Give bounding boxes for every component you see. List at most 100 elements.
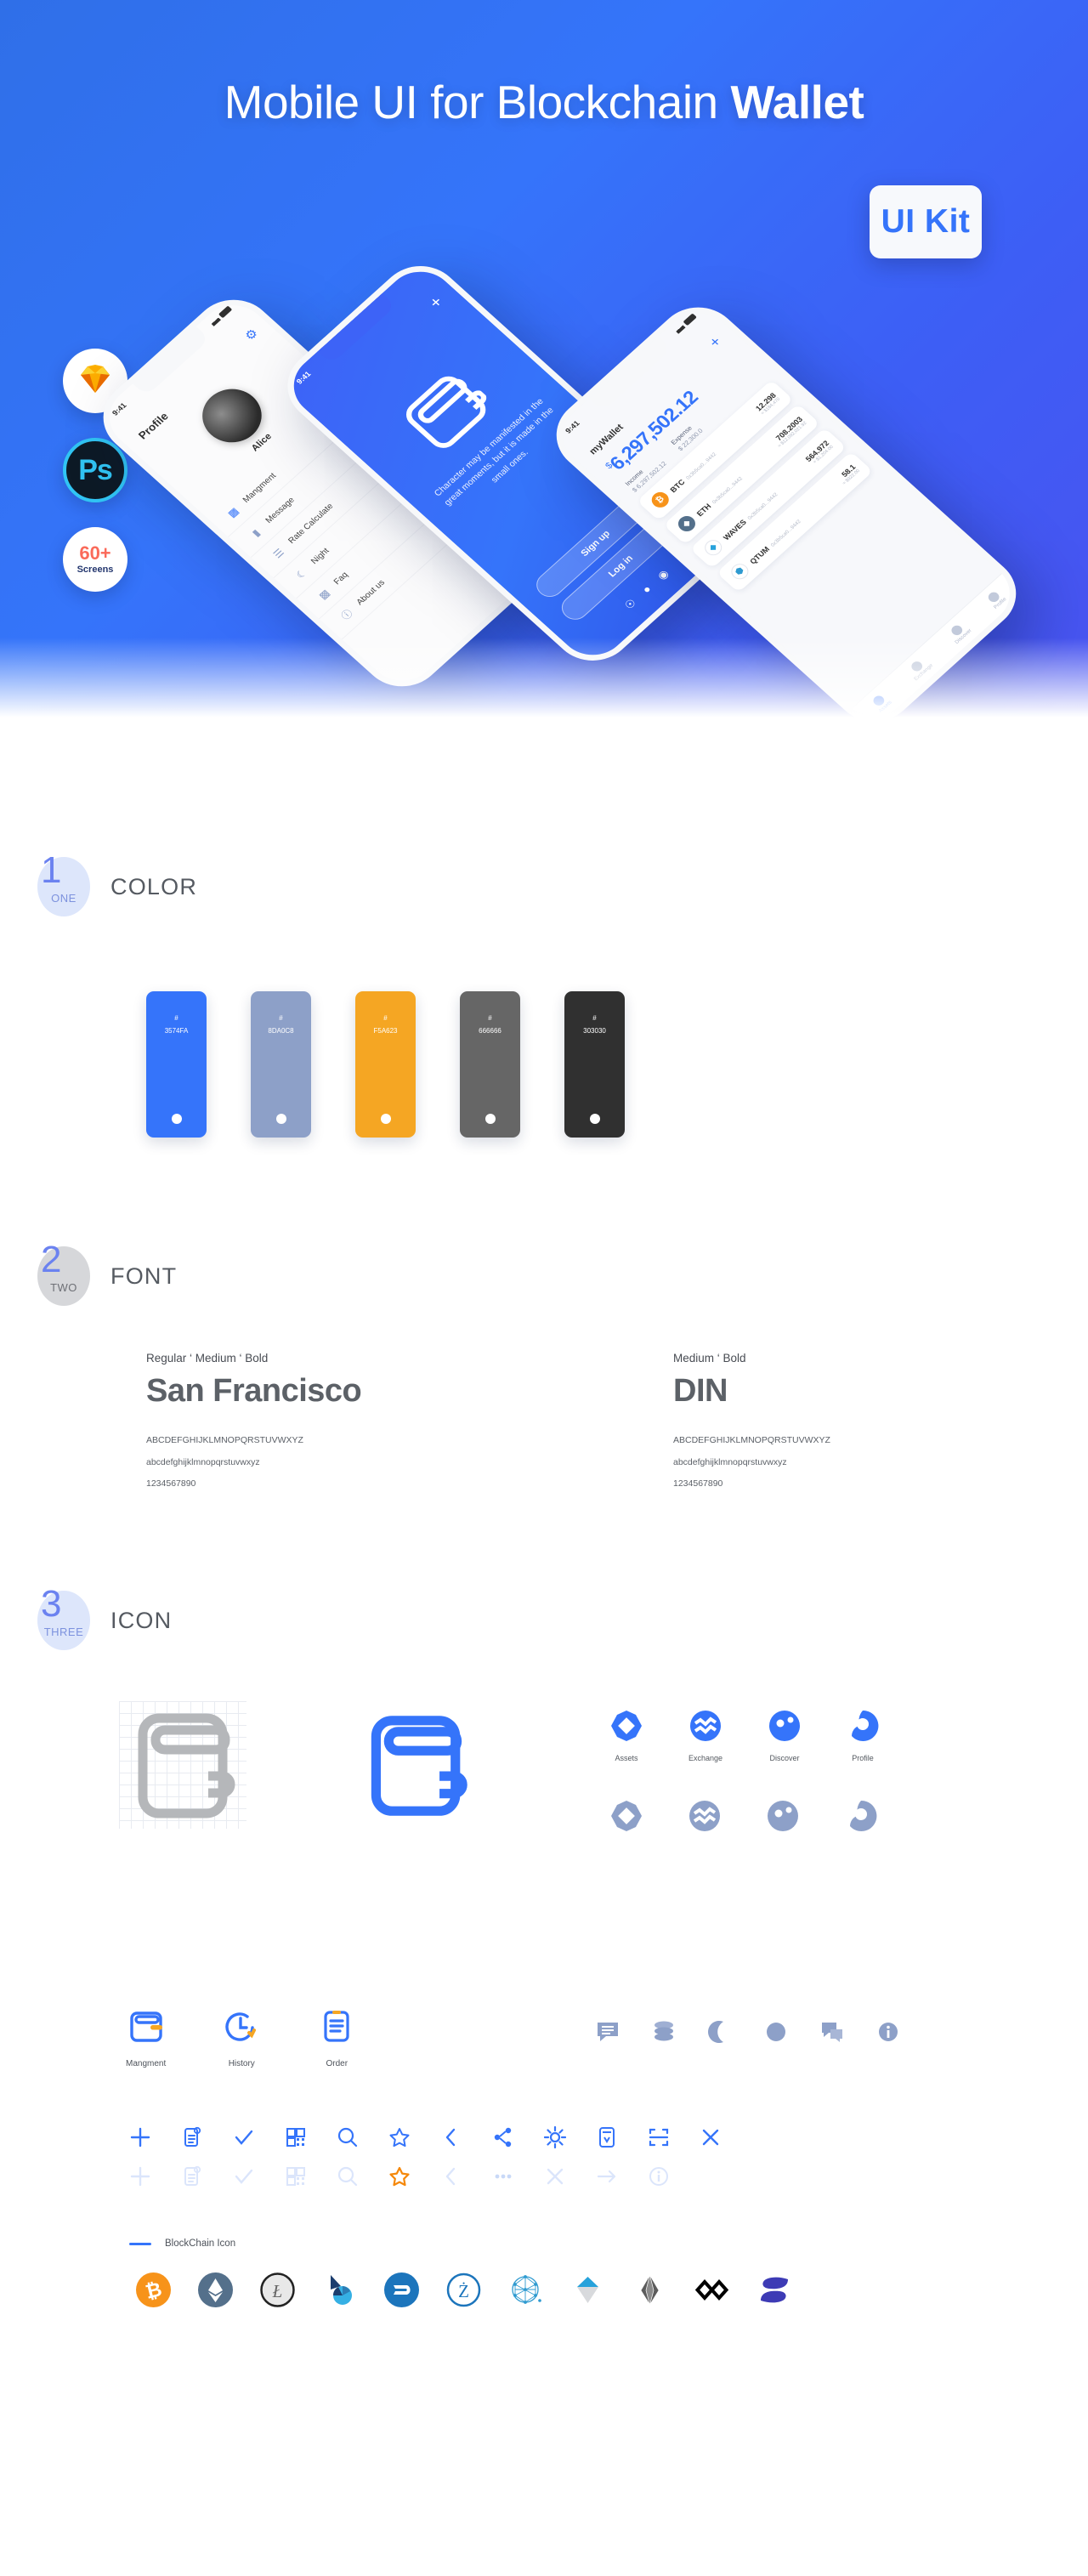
tab-icons-inactive [610,1800,877,1836]
faded-icon-row [0,2162,1088,2191]
plus-icon[interactable] [129,2126,151,2148]
close-icon[interactable] [700,2126,722,2148]
plus-icon[interactable]: + [706,333,725,351]
asset-symbol: QTUM [747,544,771,566]
plus-icon[interactable] [129,2165,151,2187]
chat-icon: ▩ [315,587,332,602]
google-icon[interactable]: ◉ [654,567,672,582]
bitshares-icon[interactable] [322,2272,357,2307]
feature-icon-history[interactable]: History [222,2007,261,2068]
gear-icon[interactable]: ⚙ [241,326,262,343]
twitter-icon[interactable]: ☉ [622,597,640,613]
info-icon[interactable] [876,2019,901,2045]
section-title: FONT [110,1262,178,1289]
scan-icon[interactable] [648,2126,670,2148]
phone-wallet-icon[interactable] [596,2126,618,2148]
ellipsis-icon[interactable] [492,2165,514,2187]
check-icon[interactable] [233,2165,255,2187]
hash-symbol: # [488,1014,492,1022]
section-color: 1 ONE COLOR #3574FA #8DA0C8 # F5A623 #666… [0,852,1088,1138]
chat-bubbles-icon[interactable] [819,2019,845,2045]
font-uppercase: ABCDEFGHIJKLMNOPQRSTUVWXYZ [146,1435,303,1445]
star-icon[interactable] [388,2126,411,2148]
bitcoin-icon[interactable]: ₿ [136,2272,171,2308]
status-icons [673,313,697,334]
tab-icon-exchange[interactable]: Exchange [688,1710,722,1762]
signal-icon [208,315,221,326]
moon-icon[interactable] [707,2019,733,2045]
profile-icon [850,1801,877,1832]
dash-icon[interactable] [384,2272,419,2308]
kyber-icon[interactable] [756,2272,791,2307]
litecoin-icon[interactable]: Ł [260,2272,295,2307]
swatch-dot [380,1114,391,1124]
tab-icon-profile[interactable]: Profile [847,1710,879,1762]
hash-symbol: # [592,1014,597,1022]
wallet-outline-icon [119,1701,246,1830]
star-filled-icon[interactable] [388,2165,411,2187]
tab-icon-exchange-inactive[interactable] [688,1800,721,1836]
section-header: 2 TWO FONT [0,1241,1088,1306]
blockchain-icon-label: BlockChain Icon [0,2238,1088,2249]
color-swatch: #303030 [564,991,625,1138]
phone-mockups: 9:41 Profile ⚙ Alice ▦ Mangment ▮ Messag… [0,0,1088,748]
font-weights: Medium ‘ Bold [673,1352,746,1365]
feature-icon-mangment[interactable]: Mangment [126,2007,166,2068]
swatch-hex: #666666 [479,1012,502,1037]
wallet-management-icon [129,2011,162,2042]
plus-icon[interactable]: + [426,293,448,313]
section-font: 2 TWO FONT Regular ‘ Medium ‘ Bold San F… [0,1241,1088,1495]
font-lowercase: abcdefghijklmnopqrstuvwxyz [146,1456,260,1467]
info-icon: ⓘ [338,607,355,622]
svg-text:Ż: Ż [458,2281,469,2301]
search-icon[interactable] [337,2126,359,2148]
font-uppercase: ABCDEFGHIJKLMNOPQRSTUVWXYZ [673,1435,830,1445]
close-icon[interactable] [544,2165,566,2187]
profile-name: Alice [249,431,275,454]
qr-code-icon[interactable] [285,2165,307,2187]
hash-symbol: # [383,1014,388,1022]
asset-address: 0x3b5ca0...9442 [685,451,717,481]
chevron-left-icon[interactable] [440,2126,462,2148]
section-title: COLOR [110,873,198,899]
qr-code-icon[interactable] [285,2126,307,2148]
tab-icon-discover-inactive[interactable] [767,1800,799,1836]
message-lines-icon[interactable] [595,2019,620,2045]
font-digits: 1234567890 [673,1478,723,1489]
arrow-right-icon[interactable] [596,2165,618,2187]
gear-icon[interactable] [544,2126,566,2149]
coins-stack-icon[interactable] [651,2019,677,2045]
tab-icon-assets[interactable]: Assets [610,1710,643,1762]
discover-icon [769,1711,801,1742]
profile-screen-title: Profile [135,410,171,442]
hash-symbol: # [279,1014,283,1022]
history-clock-icon [225,2012,257,2041]
qtum-icon[interactable] [508,2272,543,2307]
ethereum-icon[interactable] [198,2272,233,2308]
info-circle-icon[interactable] [648,2165,670,2187]
note-settings-icon[interactable] [181,2126,203,2148]
svg-text:Ł: Ł [272,2281,283,2301]
chevron-left-icon[interactable] [440,2165,462,2187]
tab-icon-profile-inactive[interactable] [845,1800,877,1836]
share-icon[interactable] [492,2126,514,2148]
check-icon[interactable] [233,2126,255,2148]
section-word: ONE [51,892,76,905]
feature-icon-order[interactable]: Order [317,2007,356,2068]
bitconnect-icon[interactable] [694,2272,729,2307]
eos-icon[interactable] [632,2272,667,2307]
waves-icon[interactable] [570,2272,605,2307]
search-icon[interactable] [337,2165,359,2187]
tab-icon-discover[interactable]: Discover [768,1710,801,1762]
zcash-icon[interactable]: Ż [446,2272,481,2307]
circle-icon[interactable] [763,2019,789,2045]
facebook-icon[interactable]: ● [639,582,654,596]
section-title: ICON [110,1607,173,1633]
swatch-dot [484,1114,496,1124]
color-swatch: #3574FA [146,991,207,1138]
tab-profile[interactable]: Profile [984,589,1007,610]
exchange-icon [689,1801,720,1832]
status-time: 9:41 [563,418,581,435]
tab-icon-assets-inactive[interactable] [610,1800,643,1836]
note-icon[interactable] [181,2165,203,2187]
